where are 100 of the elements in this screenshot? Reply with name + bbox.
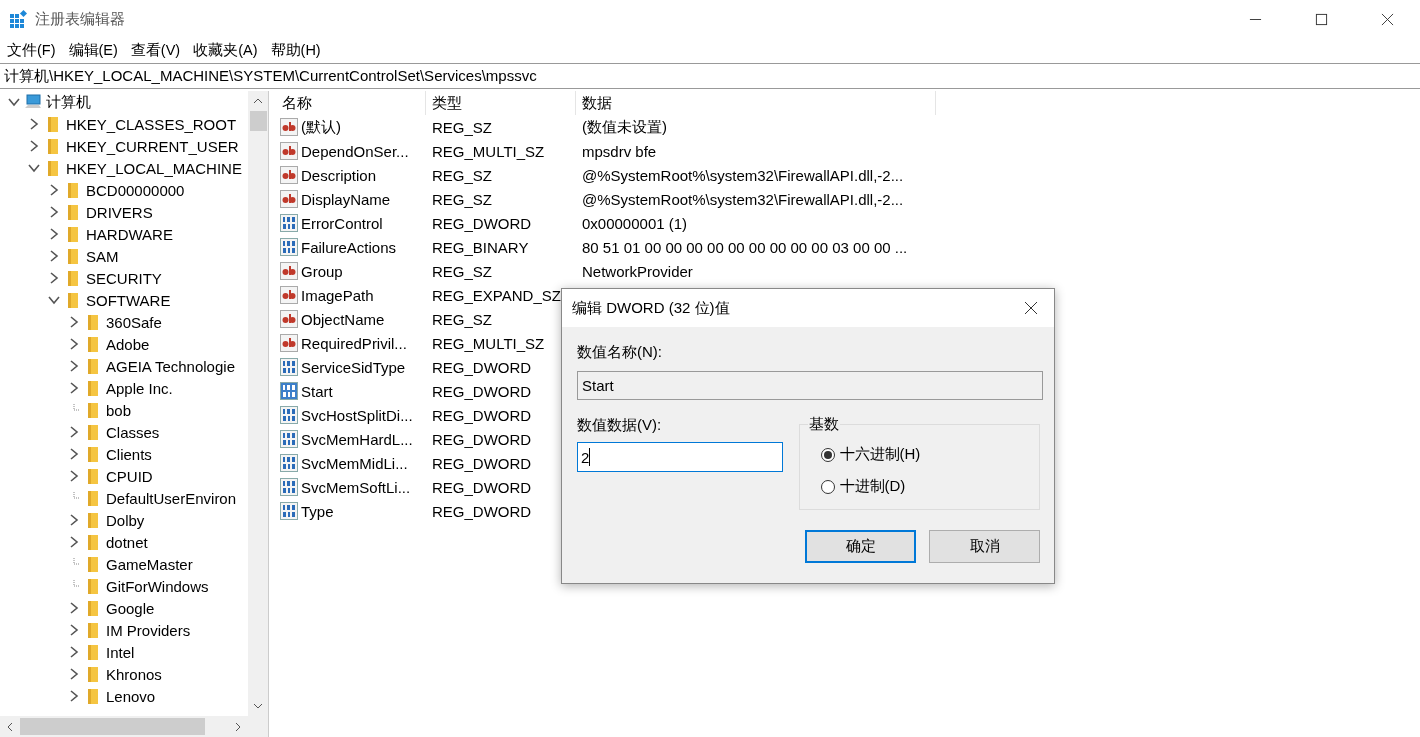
column-header[interactable]: 数据: [576, 91, 936, 115]
tree-item[interactable]: HKEY_CLASSES_ROOT: [66, 115, 237, 133]
tree-item[interactable]: 360Safe: [106, 313, 162, 331]
value-name[interactable]: Type: [301, 502, 334, 520]
value-name[interactable]: Description: [301, 166, 377, 184]
menu-item[interactable]: 编辑(E): [68, 40, 118, 60]
tree-item[interactable]: Dolby: [106, 511, 145, 529]
value-data-field[interactable]: 2: [577, 442, 783, 472]
value-type: REG_MULTI_SZ: [431, 334, 546, 352]
value-name[interactable]: ImagePath: [301, 286, 374, 304]
expand-chevron-icon[interactable]: [68, 624, 80, 636]
expand-chevron-icon[interactable]: [48, 206, 60, 218]
tree-item[interactable]: SOFTWARE: [86, 291, 171, 309]
radio-label[interactable]: 十六进制(H): [839, 445, 921, 464]
expand-chevron-icon[interactable]: [68, 448, 80, 460]
close-icon[interactable]: [1024, 301, 1038, 315]
tree-item[interactable]: SECURITY: [86, 269, 162, 287]
tree-item[interactable]: SAM: [86, 247, 119, 265]
tree-item[interactable]: dotnet: [106, 533, 148, 551]
column-header[interactable]: 名称: [276, 91, 426, 115]
menu-item[interactable]: 收藏夹(A): [193, 40, 258, 60]
value-name[interactable]: ErrorControl: [301, 214, 383, 232]
close-icon[interactable]: [1381, 12, 1394, 26]
expand-chevron-icon[interactable]: [68, 668, 80, 680]
expand-chevron-icon[interactable]: [48, 272, 60, 284]
value-data: 80 51 01 00 00 00 00 00 00 00 00 00 03 00 00 ...: [581, 238, 908, 256]
tree-item[interactable]: Adobe: [106, 335, 150, 353]
expand-chevron-icon[interactable]: [68, 426, 80, 438]
expand-chevron-icon[interactable]: [68, 690, 80, 702]
expand-chevron-icon[interactable]: [48, 250, 60, 262]
expand-chevron-icon[interactable]: [68, 470, 80, 482]
tree-item[interactable]: HKEY_LOCAL_MACHINE: [66, 159, 242, 177]
menu-item[interactable]: 帮助(H): [270, 40, 321, 60]
tree-item[interactable]: GameMaster: [106, 555, 193, 573]
menu-item[interactable]: 文件(F): [7, 40, 56, 60]
field-label: 数值数据(V):: [577, 416, 663, 435]
scrollbar-thumb[interactable]: [249, 111, 267, 131]
tree-item[interactable]: IM Providers: [106, 621, 191, 639]
tree-item[interactable]: Intel: [106, 643, 135, 661]
registry-icon: [9, 9, 29, 29]
value-name[interactable]: Start: [301, 382, 333, 400]
tree-item[interactable]: GitForWindows: [106, 577, 209, 595]
collapse-chevron-icon[interactable]: [48, 294, 60, 306]
value-name[interactable]: SvcMemSoftLi...: [301, 478, 411, 496]
column-header[interactable]: 类型: [426, 91, 576, 115]
radio-label[interactable]: 十进制(D): [839, 477, 906, 496]
value-type: REG_DWORD: [431, 358, 533, 376]
expand-chevron-icon[interactable]: [68, 514, 80, 526]
expand-chevron-icon[interactable]: [68, 382, 80, 394]
value-name[interactable]: SvcMemHardL...: [301, 430, 413, 448]
address-bar[interactable]: 计算机\HKEY_LOCAL_MACHINE\SYSTEM\CurrentControlSet\Services\mpssvc: [0, 63, 1420, 89]
tree-item[interactable]: HARDWARE: [86, 225, 173, 243]
value-name[interactable]: SvcMemMidLi...: [301, 454, 408, 472]
value-name-field[interactable]: Start: [577, 371, 1043, 400]
tree-item[interactable]: bob: [106, 401, 132, 419]
expand-chevron-icon[interactable]: [68, 602, 80, 614]
radio-button[interactable]: [820, 447, 835, 462]
value-name[interactable]: (默认): [301, 117, 341, 137]
tree-item[interactable]: AGEIA Technologie: [106, 357, 235, 375]
tree-item[interactable]: DRIVERS: [86, 203, 153, 221]
value-name[interactable]: Group: [301, 262, 343, 280]
value-data: (数值未设置): [581, 117, 667, 137]
radio-button[interactable]: [820, 479, 835, 494]
tree-item[interactable]: Classes: [106, 423, 160, 441]
value-name[interactable]: DisplayName: [301, 190, 391, 208]
value-name[interactable]: SvcHostSplitDi...: [301, 406, 413, 424]
scrollbar-thumb[interactable]: [20, 718, 205, 735]
tree-item[interactable]: 计算机: [46, 92, 91, 112]
ok-button[interactable]: 确定: [805, 530, 916, 563]
expand-chevron-icon[interactable]: [28, 118, 40, 130]
maximize-icon[interactable]: [1315, 12, 1328, 26]
value-name[interactable]: DependOnSer...: [301, 142, 409, 160]
tree-item[interactable]: CPUID: [106, 467, 153, 485]
expand-chevron-icon[interactable]: [68, 360, 80, 372]
expand-chevron-icon[interactable]: [28, 140, 40, 152]
expand-chevron-icon[interactable]: [48, 228, 60, 240]
collapse-chevron-icon[interactable]: [8, 96, 20, 108]
expand-chevron-icon[interactable]: [68, 646, 80, 658]
expand-chevron-icon[interactable]: [68, 536, 80, 548]
expand-chevron-icon[interactable]: [68, 316, 80, 328]
value-name[interactable]: RequiredPrivil...: [301, 334, 407, 352]
value-type: REG_DWORD: [431, 454, 533, 472]
expand-chevron-icon[interactable]: [68, 338, 80, 350]
tree-item[interactable]: Lenovo: [106, 687, 156, 705]
tree-item[interactable]: Google: [106, 599, 155, 617]
tree-item[interactable]: Apple Inc.: [106, 379, 173, 397]
dialog-title: 编辑 DWORD (32 位)值: [572, 298, 730, 318]
value-name[interactable]: FailureActions: [301, 238, 397, 256]
expand-chevron-icon[interactable]: [48, 184, 60, 196]
value-name[interactable]: ObjectName: [301, 310, 385, 328]
collapse-chevron-icon[interactable]: [28, 162, 40, 174]
menu-item[interactable]: 查看(V): [130, 40, 181, 60]
tree-item[interactable]: HKEY_CURRENT_USER: [66, 137, 239, 155]
tree-item[interactable]: Clients: [106, 445, 152, 463]
tree-item[interactable]: Khronos: [106, 665, 162, 683]
tree-item[interactable]: BCD00000000: [86, 181, 185, 199]
cancel-button[interactable]: 取消: [929, 530, 1040, 563]
tree-item[interactable]: DefaultUserEnviron: [106, 489, 237, 507]
value-data: mpsdrv bfe: [581, 142, 657, 160]
value-name[interactable]: ServiceSidType: [301, 358, 406, 376]
